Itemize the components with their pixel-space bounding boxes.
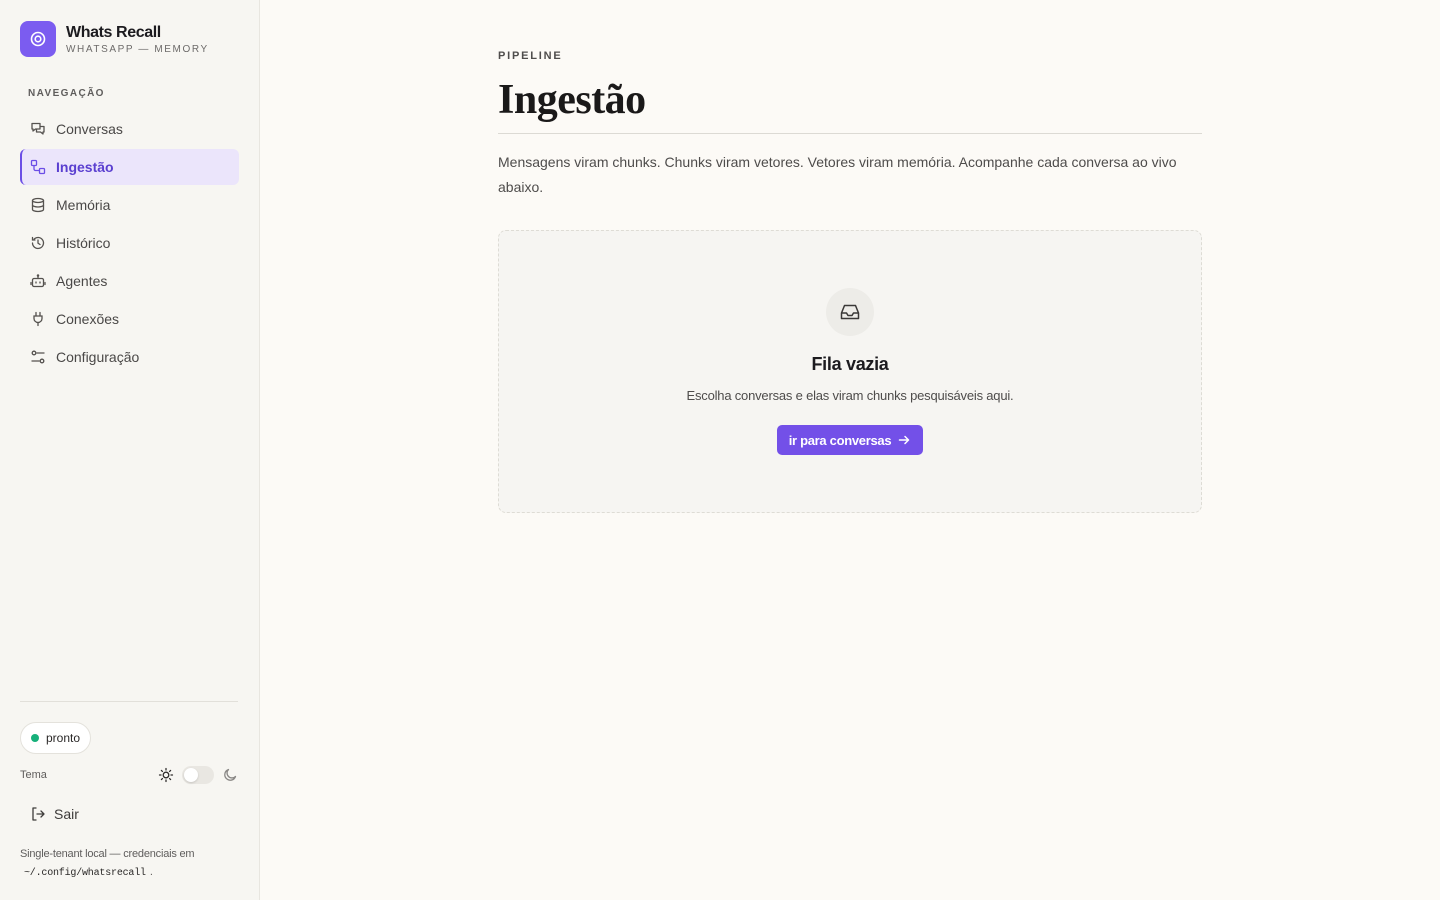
logout-button[interactable]: Sair — [20, 798, 238, 830]
status-text: pronto — [46, 731, 81, 745]
app-subtitle: WHATSAPP — MEMORY — [66, 44, 209, 55]
history-icon — [31, 236, 45, 250]
app-title: Whats Recall — [66, 24, 161, 41]
status-dot — [31, 734, 39, 742]
sidebar-item-label: Agentes — [56, 273, 108, 289]
sidebar-item-label: Ingestão — [56, 159, 114, 175]
page-title: Ingestão — [498, 77, 646, 123]
sidebar-item-label: Histórico — [56, 235, 111, 251]
footnote-text: Single-tenant local — credenciais em — [20, 848, 195, 860]
theme-row: Tema — [20, 764, 238, 786]
sidebar-item-agentes[interactable]: Agentes — [20, 263, 239, 299]
inbox-icon — [826, 288, 874, 336]
sidebar-item-label: Memória — [56, 197, 111, 213]
sidebar-item-label: Conexões — [56, 311, 120, 327]
cta-label: ir para conversas — [788, 432, 892, 448]
theme-toggle[interactable] — [182, 766, 214, 784]
theme-toggle-knob — [184, 768, 198, 782]
target-icon — [20, 21, 56, 57]
empty-state-card: Fila vazia Escolha conversas e elas vira… — [498, 230, 1202, 513]
sidebar-item-conexoes[interactable]: Conexões — [20, 301, 239, 337]
nav-heading: NAVEGAÇÃO — [28, 88, 105, 99]
footnote-path: ~/.config/whatsrecall — [24, 868, 146, 879]
moon-icon — [224, 768, 237, 781]
main-content: PIPELINE Ingestão Mensagens viram chunks… — [260, 0, 1440, 900]
workflow-icon — [30, 159, 46, 175]
footnote: Single-tenant local — credenciais em ~/.… — [20, 845, 240, 883]
page-eyebrow: PIPELINE — [498, 50, 563, 62]
sidebar-item-conversas[interactable]: Conversas — [20, 111, 239, 147]
sidebar-item-ingestao[interactable]: Ingestão — [20, 149, 239, 185]
empty-state-description: Escolha conversas e elas viram chunks pe… — [686, 388, 1014, 403]
sidebar-item-historico[interactable]: Histórico — [20, 225, 239, 261]
sidebar-item-label: Conversas — [56, 121, 123, 137]
go-to-conversations-button[interactable]: ir para conversas — [777, 425, 923, 455]
sidebar-item-configuracao[interactable]: Configuração — [20, 339, 239, 375]
database-icon — [31, 197, 45, 213]
sun-icon — [158, 767, 174, 783]
title-divider — [498, 133, 1202, 134]
sidebar: Whats Recall WHATSAPP — MEMORY NAVEGAÇÃO… — [0, 0, 260, 900]
sidebar-nav: Conversas Ingestão Memória Histórico Age… — [20, 111, 239, 377]
footnote-end: . — [149, 866, 153, 878]
bot-icon — [30, 274, 46, 288]
empty-state-title: Fila vazia — [811, 354, 889, 374]
logout-icon — [32, 807, 45, 821]
theme-label: Tema — [20, 769, 47, 781]
arrow-right-icon — [899, 435, 910, 445]
sidebar-divider — [20, 701, 238, 702]
page-description: Mensagens viram chunks. Chunks viram vet… — [498, 154, 1177, 195]
status-badge: pronto — [20, 722, 92, 754]
settings-sliders-icon — [31, 350, 45, 364]
sidebar-item-label: Configuração — [56, 349, 140, 365]
brand[interactable]: Whats Recall WHATSAPP — MEMORY — [20, 21, 209, 57]
plug-icon — [33, 311, 43, 327]
sidebar-item-memoria[interactable]: Memória — [20, 187, 239, 223]
chat-bubbles-icon — [31, 122, 45, 135]
logout-label: Sair — [54, 806, 79, 822]
